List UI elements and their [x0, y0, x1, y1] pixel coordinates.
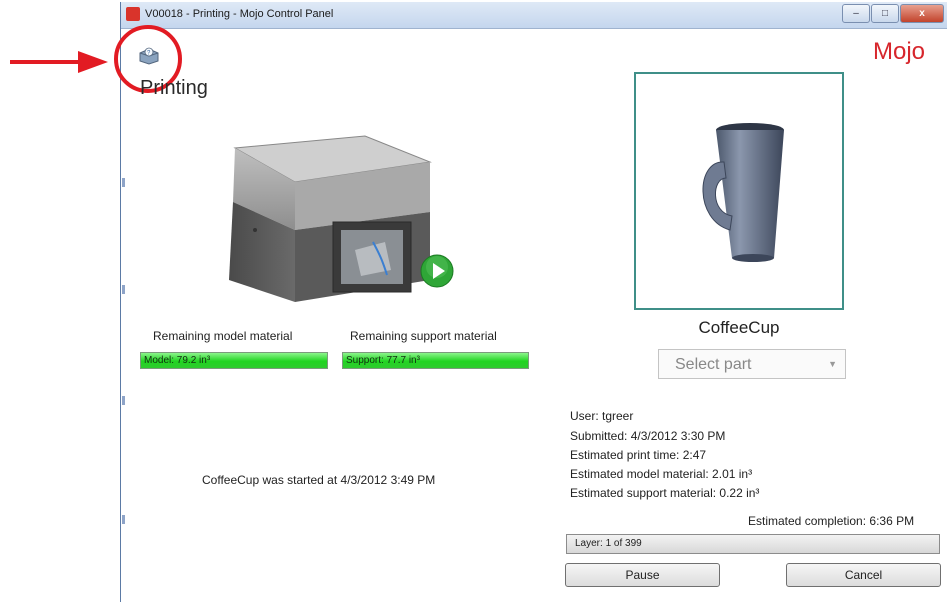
app-icon [126, 7, 140, 21]
close-button[interactable]: x [900, 4, 944, 23]
window-edge-marker [122, 285, 125, 294]
job-submitted: Submitted: 4/3/2012 3:30 PM [570, 429, 726, 443]
support-material-label: Remaining support material [350, 329, 497, 343]
window-controls: – □ x [841, 4, 944, 23]
coffee-cup-model [702, 123, 784, 262]
window-edge-marker [122, 515, 125, 524]
start-status-text: CoffeeCup was started at 4/3/2012 3:49 P… [202, 473, 436, 487]
play-icon[interactable] [420, 254, 454, 288]
model-material-label: Remaining model material [153, 329, 293, 343]
minimize-button[interactable]: – [842, 4, 870, 23]
mojo-logo: Mojo [873, 38, 926, 65]
annotation-arrow [10, 51, 108, 73]
window-title: V00018 - Printing - Mojo Control Panel [145, 8, 334, 20]
layer-progress-bar: Layer: 1 of 399 [566, 534, 940, 554]
part-preview [634, 72, 844, 310]
select-part-dropdown[interactable]: Select part ▼ [658, 349, 846, 379]
estimated-completion: Estimated completion: 6:36 PM [748, 514, 915, 528]
job-model-material: Estimated model material: 2.01 in³ [570, 467, 753, 481]
window-edge-marker [122, 396, 125, 405]
job-user: User: tgreer [570, 409, 634, 423]
chevron-down-icon: ▼ [828, 359, 837, 369]
window-edge-marker [122, 178, 125, 187]
cancel-button[interactable]: Cancel [786, 563, 941, 587]
job-print-time: Estimated print time: 2:47 [570, 448, 707, 462]
layer-progress-text: Layer: 1 of 399 [575, 538, 642, 549]
page-title: Printing [140, 77, 208, 99]
model-material-value: Model: 79.2 in³ [144, 355, 211, 366]
model-material-bar: Model: 79.2 in³ [140, 352, 328, 369]
title-bar: V00018 - Printing - Mojo Control Panel –… [121, 2, 947, 29]
support-material-bar: Support: 77.7 in³ [342, 352, 529, 369]
maximize-button[interactable]: □ [871, 4, 899, 23]
pause-button[interactable]: Pause [565, 563, 720, 587]
part-name: CoffeeCup [698, 318, 780, 337]
select-part-placeholder: Select part [675, 356, 752, 373]
support-material-value: Support: 77.7 in³ [346, 355, 420, 366]
job-support-material: Estimated support material: 0.22 in³ [570, 486, 760, 500]
